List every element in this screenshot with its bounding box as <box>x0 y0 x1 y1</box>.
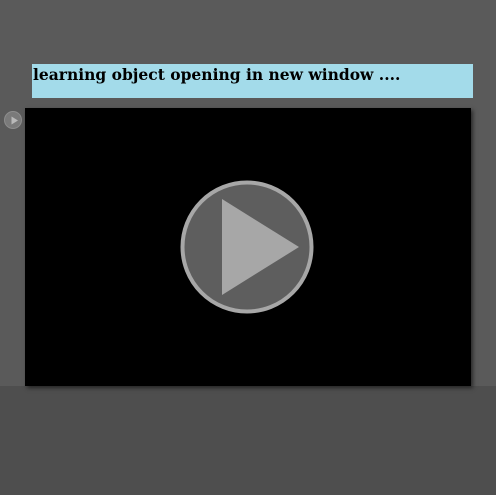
loading-banner: learning object opening in new window ..… <box>32 64 473 98</box>
video-player[interactable] <box>25 108 471 386</box>
play-icon[interactable] <box>180 180 314 314</box>
lower-background <box>0 386 496 495</box>
small-play-button[interactable] <box>4 111 22 129</box>
play-icon <box>11 116 18 125</box>
loading-message: learning object opening in new window ..… <box>33 65 401 84</box>
